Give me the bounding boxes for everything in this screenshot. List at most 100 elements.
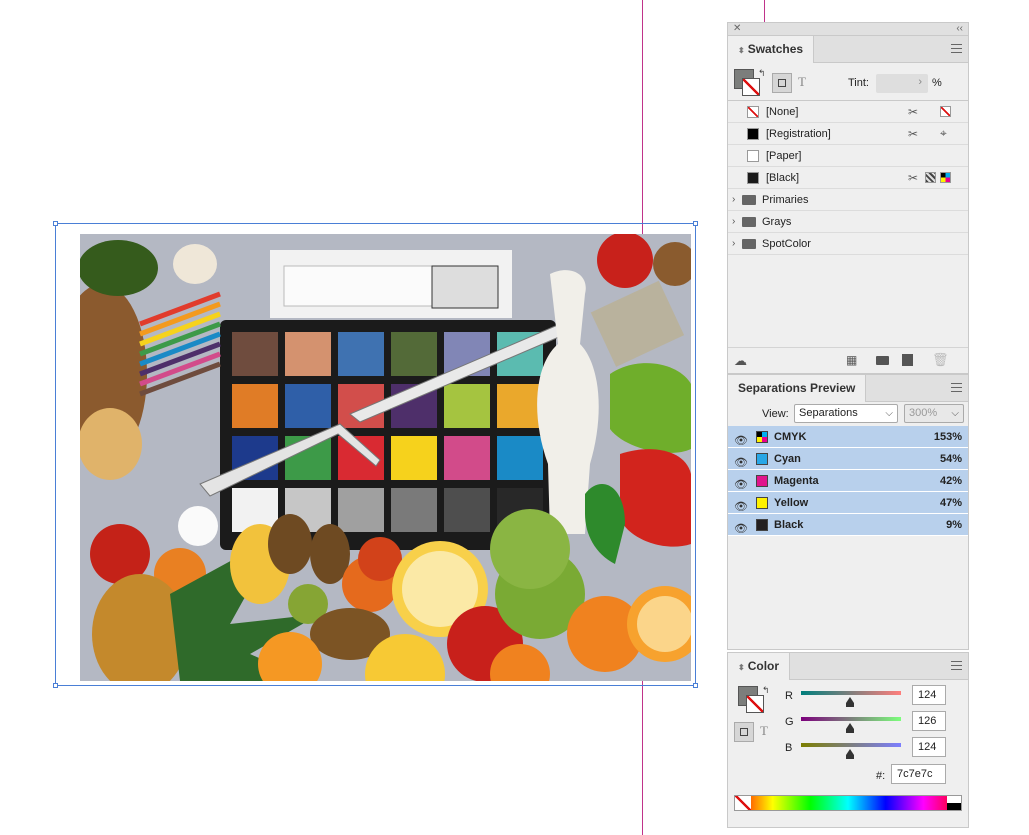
ink-name: Yellow	[774, 497, 809, 509]
formatting-affects-container-button[interactable]	[772, 73, 792, 93]
swap-icon[interactable]: ↰	[762, 685, 770, 696]
swatch-row-black[interactable]: [Black] ✂	[728, 167, 968, 189]
g-slider-track[interactable]	[801, 717, 901, 721]
view-dropdown[interactable]: Separations ⌵	[794, 404, 898, 423]
cyan-ink-chip	[756, 453, 768, 465]
eye-icon[interactable]: 👁	[734, 430, 748, 447]
noneditable-icon: ✂	[908, 171, 919, 185]
g-slider-knob[interactable]	[846, 723, 855, 733]
registration-swatch-chip	[747, 128, 759, 140]
new-swatch-icon[interactable]	[902, 354, 913, 366]
r-label: R	[785, 690, 793, 702]
b-slider-knob[interactable]	[845, 749, 854, 759]
white-color-chip[interactable]	[947, 803, 961, 810]
yellow-ink-chip	[756, 497, 768, 509]
frame-handle[interactable]	[53, 221, 58, 226]
swatch-group-spotcolor[interactable]: › SpotColor	[728, 233, 968, 255]
chevron-right-icon[interactable]: ›	[732, 189, 735, 211]
zoom-dropdown[interactable]: 300% ⌵	[904, 404, 964, 423]
ink-row-black[interactable]: 👁 Black 9%	[728, 514, 968, 536]
frame-handle[interactable]	[53, 683, 58, 688]
formatting-affects-container-button[interactable]	[734, 722, 754, 742]
ink-percent: 47%	[939, 497, 962, 509]
color-spectrum-ramp[interactable]	[734, 795, 962, 811]
paper-swatch-chip	[747, 150, 759, 162]
none-color-chip[interactable]	[735, 796, 751, 810]
stroke-swatch[interactable]	[746, 695, 764, 713]
new-color-group-icon[interactable]	[876, 356, 889, 365]
swatch-group-primaries[interactable]: › Primaries	[728, 189, 968, 211]
r-slider-knob[interactable]	[845, 697, 854, 707]
ink-percent: 54%	[939, 453, 962, 465]
formatting-affects-text-button[interactable]: T	[760, 723, 768, 739]
none-swatch-chip	[747, 106, 759, 118]
frame-handle[interactable]	[693, 683, 698, 688]
ink-name: CMYK	[774, 431, 807, 443]
photo-illustration	[80, 234, 691, 681]
folder-icon	[742, 195, 756, 205]
panel-menu-icon[interactable]	[951, 383, 962, 392]
formatting-affects-text-button[interactable]: T	[798, 74, 806, 90]
ink-row-cyan[interactable]: 👁 Cyan 54%	[728, 448, 968, 470]
tint-unit: %	[932, 77, 942, 89]
r-slider-track[interactable]	[801, 691, 901, 695]
eye-icon[interactable]: 👁	[734, 474, 748, 491]
cmyk-mode-icon	[940, 172, 951, 183]
r-value-field[interactable]: 124	[912, 685, 946, 705]
noneditable-icon: ✂	[908, 127, 919, 141]
color-checker-photo[interactable]	[80, 234, 691, 681]
tab-separations-preview[interactable]: Separations Preview	[728, 375, 867, 402]
zoom-dropdown-value: 300%	[909, 407, 938, 419]
close-icon[interactable]: ✕	[733, 23, 741, 35]
folder-icon	[742, 239, 756, 249]
b-slider-track[interactable]	[801, 743, 901, 747]
eye-icon[interactable]: 👁	[734, 518, 748, 535]
ink-row-yellow[interactable]: 👁 Yellow 47%	[728, 492, 968, 514]
ink-percent: 153%	[933, 431, 962, 443]
fill-stroke-proxy[interactable]	[738, 686, 764, 713]
tab-swatches[interactable]: ⬍ Swatches	[728, 36, 815, 63]
swatch-name: [None]	[766, 106, 799, 118]
hex-value-field[interactable]: 7c7e7c	[891, 764, 946, 784]
updown-icon: ⬍	[738, 46, 745, 55]
eye-icon[interactable]: 👁	[734, 452, 748, 469]
swatch-group-grays[interactable]: › Grays	[728, 211, 968, 233]
color-body: ↰ T R 124 G 126 B 124 #: 7c7e7c	[728, 680, 968, 828]
swatch-views-icon[interactable]: ▦	[846, 353, 857, 367]
panel-menu-icon[interactable]	[951, 661, 962, 670]
group-name: SpotColor	[762, 238, 811, 250]
ink-percent: 42%	[939, 475, 962, 487]
view-dropdown-value: Separations	[799, 407, 858, 419]
g-label: G	[785, 716, 794, 728]
fill-stroke-proxy[interactable]	[734, 69, 760, 96]
magenta-ink-chip	[756, 475, 768, 487]
b-value-field[interactable]: 124	[912, 737, 946, 757]
black-color-chip[interactable]	[947, 796, 961, 803]
ink-row-magenta[interactable]: 👁 Magenta 42%	[728, 470, 968, 492]
b-label: B	[785, 742, 793, 754]
noneditable-icon: ✂	[908, 105, 919, 119]
ink-row-cmyk[interactable]: 👁 CMYK 153%	[728, 426, 968, 448]
swap-icon[interactable]: ↰	[758, 68, 766, 79]
cc-libraries-icon[interactable]: ☁	[734, 353, 747, 369]
view-label: View:	[762, 408, 789, 420]
chevron-right-icon[interactable]: ›	[918, 76, 922, 88]
swatch-row-paper[interactable]: [Paper]	[728, 145, 968, 167]
swatches-tabbar: ⬍ Swatches	[728, 36, 968, 63]
g-value-field[interactable]: 126	[912, 711, 946, 731]
swatch-row-registration[interactable]: [Registration] ✂ ⌖	[728, 123, 968, 145]
cmyk-ink-chip	[756, 431, 768, 443]
color-tabbar: ⬍ Color	[728, 653, 968, 680]
chevron-right-icon[interactable]: ›	[732, 211, 735, 233]
collapse-icon[interactable]: ‹‹	[956, 23, 963, 35]
panel-dock-header: ✕ ‹‹	[728, 23, 968, 36]
frame-handle[interactable]	[693, 221, 698, 226]
eye-icon[interactable]: 👁	[734, 496, 748, 513]
tab-color[interactable]: ⬍ Color	[728, 653, 791, 680]
swatch-row-none[interactable]: [None] ✂	[728, 101, 968, 123]
stroke-swatch[interactable]	[742, 78, 760, 96]
panel-menu-icon[interactable]	[951, 44, 962, 53]
tint-field[interactable]: ›	[876, 74, 928, 93]
trash-icon[interactable]: 🗑	[932, 352, 949, 368]
chevron-right-icon[interactable]: ›	[732, 233, 735, 255]
